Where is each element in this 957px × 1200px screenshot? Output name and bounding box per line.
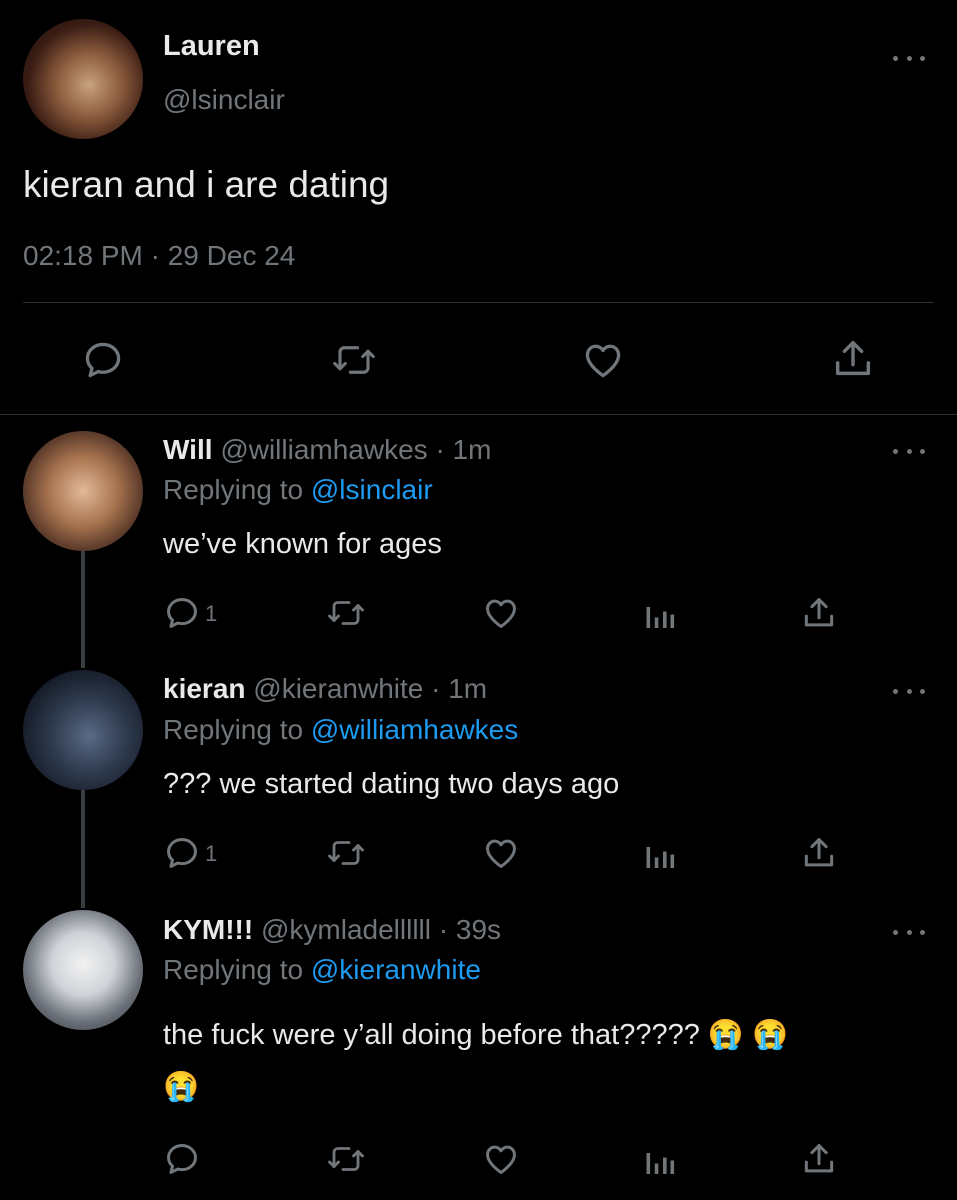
views-icon[interactable] (643, 835, 677, 871)
retweet-icon[interactable] (326, 1141, 366, 1177)
like-icon[interactable] (481, 594, 521, 632)
reply-header: kieran @kieranwhite · 1m (163, 673, 487, 705)
reply-text: the fuck were y’all doing before that???… (163, 1019, 700, 1051)
reply-text: ??? we started dating two days ago (163, 768, 620, 800)
share-icon[interactable] (800, 834, 838, 872)
reply-icon[interactable] (163, 1140, 201, 1178)
reply-avatar[interactable] (23, 670, 143, 790)
share-icon[interactable] (800, 594, 838, 632)
main-divider-bottom (0, 414, 957, 415)
more-icon[interactable] (893, 683, 925, 699)
more-icon[interactable] (893, 443, 925, 459)
replying-to-label: Replying to (163, 474, 304, 505)
main-tweet-text: kieran and i are dating (23, 164, 390, 205)
like-icon[interactable] (481, 834, 521, 872)
share-icon[interactable] (830, 336, 876, 382)
reply-icon[interactable] (81, 338, 125, 382)
reply-count: 1 (205, 601, 218, 626)
thread-connector (81, 551, 85, 668)
reply-author-name[interactable]: kieran (163, 673, 246, 704)
replying-to-line: Replying to @kieranwhite (163, 954, 481, 986)
replying-to-link[interactable]: @williamhawkes (311, 714, 518, 745)
reply-author-name[interactable]: KYM!!! (163, 914, 253, 945)
reply-icon[interactable] (163, 834, 201, 872)
main-author-handle[interactable]: @lsinclair (163, 84, 285, 116)
crying-emoji: 😭 (163, 1071, 200, 1103)
thread-connector (81, 790, 85, 908)
share-icon[interactable] (800, 1140, 838, 1178)
reply-avatar[interactable] (23, 910, 143, 1030)
retweet-icon[interactable] (326, 835, 366, 871)
crying-emoji: 😭 😭 (707, 1019, 789, 1051)
replying-to-label: Replying to (163, 954, 304, 985)
reply-header: KYM!!! @kymladellllll · 39s (163, 914, 501, 946)
retweet-icon[interactable] (330, 339, 378, 381)
replying-to-label: Replying to (163, 714, 304, 745)
like-icon[interactable] (580, 338, 626, 382)
replying-to-line: Replying to @lsinclair (163, 474, 433, 506)
views-icon[interactable] (643, 595, 677, 631)
more-icon[interactable] (893, 924, 925, 940)
main-divider-top (23, 302, 934, 303)
replying-to-line: Replying to @williamhawkes (163, 714, 518, 746)
replying-to-link[interactable]: @lsinclair (311, 474, 433, 505)
reply-icon[interactable] (163, 594, 201, 632)
reply-header: Will @williamhawkes · 1m (163, 434, 491, 466)
replying-to-link[interactable]: @kieranwhite (311, 954, 481, 985)
reply-text-line: the fuck were y’all doing before that???… (163, 1018, 788, 1052)
more-icon[interactable] (893, 50, 925, 66)
reply-handle-time[interactable]: @williamhawkes · 1m (220, 434, 491, 465)
reply-avatar[interactable] (23, 431, 143, 551)
reply-handle-time[interactable]: @kymladellllll · 39s (261, 914, 501, 945)
reply-author-name[interactable]: Will (163, 434, 213, 465)
main-author-avatar[interactable] (23, 19, 143, 139)
main-author-name[interactable]: Lauren (163, 30, 260, 63)
reply-text: we’ve known for ages (163, 528, 442, 560)
reply-count: 1 (205, 841, 218, 866)
views-icon[interactable] (643, 1141, 677, 1177)
like-icon[interactable] (481, 1140, 521, 1178)
retweet-icon[interactable] (326, 595, 366, 631)
reply-handle-time[interactable]: @kieranwhite · 1m (253, 673, 487, 704)
main-tweet-timestamp: 02:18 PM · 29 Dec 24 (23, 240, 296, 271)
